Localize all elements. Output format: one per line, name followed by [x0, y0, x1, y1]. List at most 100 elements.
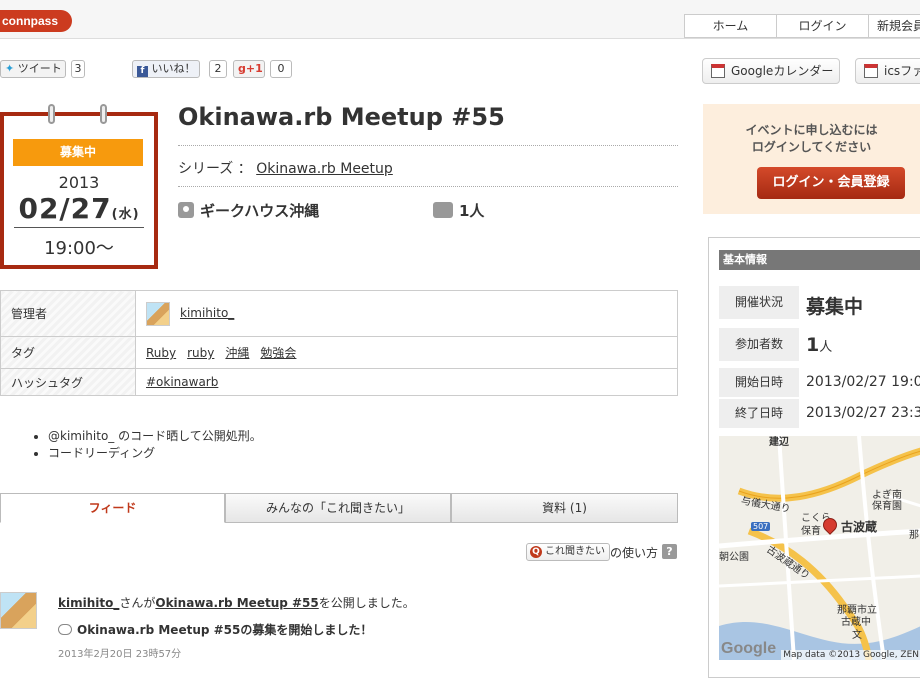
tweet-button[interactable]: ✦ ツイート	[0, 60, 66, 78]
feed-message: Okinawa.rb Meetup #55の募集を開始しました！	[58, 621, 372, 638]
question-usage-text: の使い方	[610, 546, 659, 560]
list-item: コードリーディング	[48, 445, 262, 462]
gplus-icon: g	[238, 62, 246, 75]
event-info-table: 管理者 kimihito_ タグ Ruby ruby 沖縄 勉強会 ハッシュタグ #o…	[0, 290, 678, 396]
admin-link[interactable]: kimihito_	[180, 306, 234, 320]
hashtag-label: ハッシュタグ	[0, 368, 136, 396]
twitter-bird-icon: ✦	[5, 62, 15, 75]
nav-home[interactable]: ホーム	[685, 15, 777, 37]
header: connpass ホーム ログイン 新規会員	[0, 0, 920, 39]
login-notice: イベントに申し込むには ログインしてください ログイン・会員登録	[703, 104, 920, 214]
tag-value: Ruby ruby 沖縄 勉強会	[135, 336, 678, 369]
status-badge: 募集中	[13, 139, 143, 166]
nav-login[interactable]: ログイン	[777, 15, 869, 37]
ask-question-label: これ聞きたい	[545, 546, 605, 557]
tab-questions[interactable]: みんなの「これ聞きたい」	[225, 493, 451, 523]
gplus-count: 0	[270, 60, 292, 78]
feed-user-link[interactable]: kimihito_	[58, 596, 119, 610]
calendar-ring-icon	[48, 104, 55, 124]
like-label: いいね！	[151, 62, 196, 75]
count-label: 参加者数	[719, 328, 799, 361]
login-notice-line: ログインしてください	[751, 140, 872, 154]
tag-link[interactable]: 沖縄	[225, 346, 249, 360]
tweet-label: ツイート	[17, 62, 62, 75]
tweet-count: 3	[71, 60, 85, 78]
calendar-icon	[711, 64, 725, 78]
map-label: 朝公園	[719, 552, 749, 563]
like-button[interactable]: f いいね！	[132, 60, 200, 78]
series-link[interactable]: Okinawa.rb Meetup	[256, 161, 393, 177]
table-row: タグ Ruby ruby 沖縄 勉強会	[0, 336, 678, 369]
tag-label: タグ	[0, 336, 136, 369]
people-icon	[433, 202, 453, 218]
series-row: シリーズ ： Okinawa.rb Meetup	[178, 158, 393, 178]
event-weekday: (水)	[111, 207, 140, 222]
feed-text: さんが	[119, 596, 156, 610]
divider	[178, 145, 678, 146]
end-label: 終了日時	[719, 399, 799, 428]
google-calendar-button[interactable]: Googleカレンダー	[702, 58, 840, 84]
tag-link[interactable]: ruby	[187, 346, 214, 360]
feed-timestamp: 2013年2月20日 23時57分	[58, 649, 182, 660]
count-value: 1人	[806, 334, 832, 356]
admin-label: 管理者	[0, 290, 136, 337]
list-item: @kimihito_ のコード晒して公開処刑。	[48, 428, 262, 445]
login-notice-line: イベントに申し込むには	[745, 123, 878, 137]
google-logo: Google	[721, 640, 777, 657]
end-value: 2013/02/27 23:3	[806, 405, 920, 421]
page-title: Okinawa.rb Meetup #55	[178, 103, 505, 131]
map-roads	[719, 436, 920, 660]
calendar-icon	[864, 64, 878, 78]
tag-link[interactable]: 勉強会	[260, 346, 296, 360]
series-label: シリーズ ：	[178, 161, 252, 177]
start-value: 2013/02/27 19:0	[806, 374, 920, 390]
table-row: ハッシュタグ #okinawarb	[0, 368, 678, 396]
event-day: 02/27(水)	[4, 192, 154, 225]
hashtag-value: #okinawarb	[135, 368, 678, 396]
event-time: 19:00〜	[44, 238, 114, 259]
avatar[interactable]	[0, 592, 37, 629]
comment-icon	[58, 624, 72, 635]
table-row: 管理者 kimihito_	[0, 290, 678, 337]
map-label: 古波蔵	[841, 520, 878, 534]
participant-count: 1人	[433, 200, 484, 221]
map-label: 保育園	[872, 501, 902, 512]
feed-entry: kimihito_さんがOkinawa.rb Meetup #55を公開しました…	[58, 594, 415, 611]
hashtag-link[interactable]: #okinawarb	[146, 375, 218, 389]
login-register-button[interactable]: ログイン・会員登録	[757, 167, 905, 199]
admin-value: kimihito_	[135, 290, 678, 337]
like-count: 2	[209, 60, 227, 78]
status-label: 開催状況	[719, 286, 799, 319]
start-label: 開始日時	[719, 368, 799, 397]
count-unit: 人	[819, 340, 833, 355]
event-map[interactable]: 建辺 与儀大通り よぎ南 保育園 こくら 保育 古波蔵 507 朝公園 古波蔵通…	[719, 436, 920, 660]
tab-bar: フィード みんなの「これ聞きたい」 資料 (1)	[0, 493, 678, 523]
ics-button[interactable]: icsファ	[855, 58, 920, 84]
ask-question-button[interactable]: Q これ聞きたい	[526, 543, 610, 561]
venue-name: ギークハウス沖縄	[200, 202, 320, 220]
help-icon[interactable]: ?	[662, 544, 677, 559]
feed-event-link[interactable]: Okinawa.rb Meetup #55	[155, 596, 318, 610]
event-date: 02/27	[18, 192, 112, 225]
facebook-icon: f	[137, 66, 148, 77]
tag-link[interactable]: Ruby	[146, 346, 176, 360]
connpass-logo[interactable]: connpass	[0, 10, 72, 32]
event-description: @kimihito_ のコード晒して公開処刑。 コードリーディング	[48, 428, 262, 462]
status-value: 募集中	[806, 296, 864, 318]
map-attribution: Map data ©2013 Google, ZEN	[781, 650, 920, 660]
top-nav: ホーム ログイン 新規会員	[684, 14, 920, 38]
event-year: 2013	[58, 173, 100, 192]
tab-materials[interactable]: 資料 (1)	[451, 493, 678, 523]
map-label: 保育	[801, 526, 821, 537]
ics-label: icsファ	[884, 64, 920, 78]
gplus-label: +1	[245, 62, 263, 75]
login-notice-text: イベントに申し込むには ログインしてください	[703, 122, 920, 156]
gplus-button[interactable]: g+1	[233, 60, 265, 78]
feed-message-text: Okinawa.rb Meetup #55の募集を開始しました！	[77, 623, 373, 637]
feed-text: を公開しました。	[318, 596, 415, 610]
avatar[interactable]	[146, 301, 170, 326]
nav-register[interactable]: 新規会員	[869, 15, 920, 37]
event-date-box: 募集中 2013 02/27(水) 19:00〜	[0, 104, 158, 269]
tab-feed[interactable]: フィード	[0, 493, 225, 523]
map-label: 那	[909, 530, 919, 541]
